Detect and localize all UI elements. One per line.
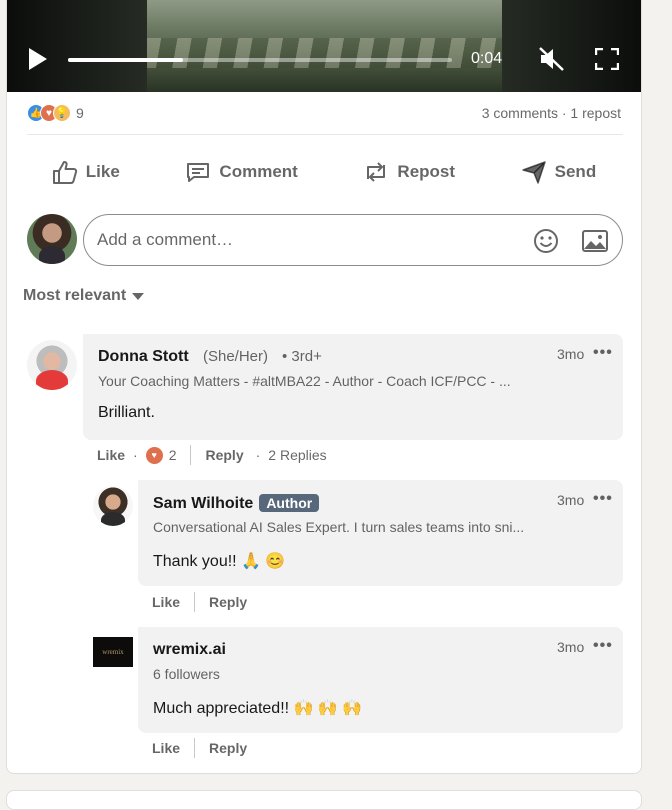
commenter-headline: Your Coaching Matters - #altMBA22 - Auth… (98, 373, 511, 389)
love-icon: ♥ (145, 446, 163, 464)
volume-muted-icon[interactable] (538, 46, 566, 72)
video-frame (147, 0, 502, 92)
more-options-icon[interactable]: ••• (593, 490, 613, 508)
thumbs-up-icon (52, 161, 77, 184)
insightful-icon: 💡 (53, 104, 71, 122)
separator (190, 445, 192, 465)
add-comment-input[interactable] (97, 229, 517, 251)
separator (194, 592, 196, 612)
comment-time: 3mo (557, 639, 585, 655)
separator-dot: · (133, 447, 138, 463)
more-options-icon[interactable]: ••• (593, 637, 613, 655)
comment-bubble: Donna Stott (She/Her) • 3rd+ 3mo ••• You… (83, 334, 623, 440)
comment-composer[interactable] (83, 214, 623, 266)
video-progress-bar[interactable] (68, 58, 452, 62)
comment-text: Thank you!! 🙏 😊 (153, 553, 286, 570)
comment-text: Brilliant. (98, 404, 155, 421)
like-button[interactable]: Like (46, 148, 126, 196)
comment-label: Comment (219, 162, 298, 181)
image-icon[interactable] (581, 228, 609, 254)
comment-reply-button[interactable]: Reply (209, 594, 247, 610)
comments-reposts-count[interactable]: 3 comments · 1 repost (482, 105, 621, 121)
fullscreen-icon[interactable] (595, 48, 619, 70)
separator (194, 738, 196, 758)
view-replies-link[interactable]: 2 Replies (268, 447, 326, 463)
caret-down-icon (132, 292, 145, 300)
commenter-name[interactable]: Donna Stott (98, 348, 189, 366)
comment-time: 3mo (557, 492, 585, 508)
follower-count: 6 followers (153, 666, 220, 682)
video-frame-left (7, 0, 147, 92)
comment-reaction-count[interactable]: 2 (169, 447, 177, 463)
send-button[interactable]: Send (515, 148, 603, 196)
comment-reply-button[interactable]: Reply (209, 740, 247, 756)
video-player[interactable]: 0:04 (7, 0, 641, 92)
divider (27, 134, 623, 135)
comment-actions: Like Reply (152, 592, 247, 612)
video-progress-fill (68, 58, 184, 62)
reply-bubble: wremix.ai 3mo ••• 6 followers Much appre… (138, 627, 623, 733)
comment-button[interactable]: Comment (179, 148, 303, 196)
repost-label: Repost (397, 162, 456, 181)
video-frame-right (502, 0, 641, 92)
company-logo[interactable]: wremix (93, 637, 133, 667)
reply-bubble: Sam Wilhoite Author 3mo ••• Conversationa… (138, 480, 623, 586)
comment-text: Much appreciated!! 🙌 🙌 🙌 (153, 700, 363, 717)
commenter-pronouns: (She/Her) (203, 348, 269, 365)
send-label: Send (554, 162, 597, 181)
like-label: Like (85, 162, 120, 181)
video-time: 0:04 (471, 50, 503, 67)
comment-like-button[interactable]: Like (152, 594, 180, 610)
comment-time: 3mo (557, 346, 585, 362)
next-post-card (6, 790, 642, 810)
comment-reply-button[interactable]: Reply (205, 447, 243, 463)
more-options-icon[interactable]: ••• (593, 344, 613, 362)
author-badge: Author (259, 494, 320, 512)
separator-dot: · (255, 447, 261, 463)
post-card: 0:04 👍 ♥ 💡 9 3 comments · 1 repost Like (6, 0, 642, 774)
comment-icon (187, 163, 210, 182)
reaction-count[interactable]: 9 (76, 105, 84, 121)
logo-text: wremix (102, 648, 124, 656)
commenter-name-text[interactable]: Sam Wilhoite (153, 495, 253, 512)
repost-icon (367, 162, 386, 182)
comment-like-button[interactable]: Like (97, 447, 125, 463)
current-user-avatar[interactable] (27, 214, 77, 264)
avatar[interactable] (93, 486, 133, 526)
avatar[interactable] (27, 340, 77, 390)
commenter-name[interactable]: Sam Wilhoite Author (153, 494, 320, 513)
post-action-bar: Like Comment Repost Send (7, 148, 641, 196)
connection-degree: • 3rd+ (282, 348, 322, 365)
commenter-headline: Conversational AI Sales Expert. I turn s… (153, 519, 525, 535)
emoji-icon[interactable] (532, 227, 560, 255)
comment-like-button[interactable]: Like (152, 740, 180, 756)
reactions-summary[interactable]: 👍 ♥ 💡 9 (27, 103, 84, 123)
comment-actions: Like · ♥ 2 Reply · 2 Replies (97, 445, 327, 465)
comment-actions: Like Reply (152, 738, 247, 758)
commenter-name[interactable]: wremix.ai (153, 641, 226, 659)
send-icon (521, 161, 546, 184)
play-icon[interactable] (29, 48, 47, 70)
comment-sort-dropdown[interactable]: Most relevant (23, 287, 145, 305)
repost-button[interactable]: Repost (357, 148, 461, 196)
sort-label: Most relevant (23, 287, 127, 304)
